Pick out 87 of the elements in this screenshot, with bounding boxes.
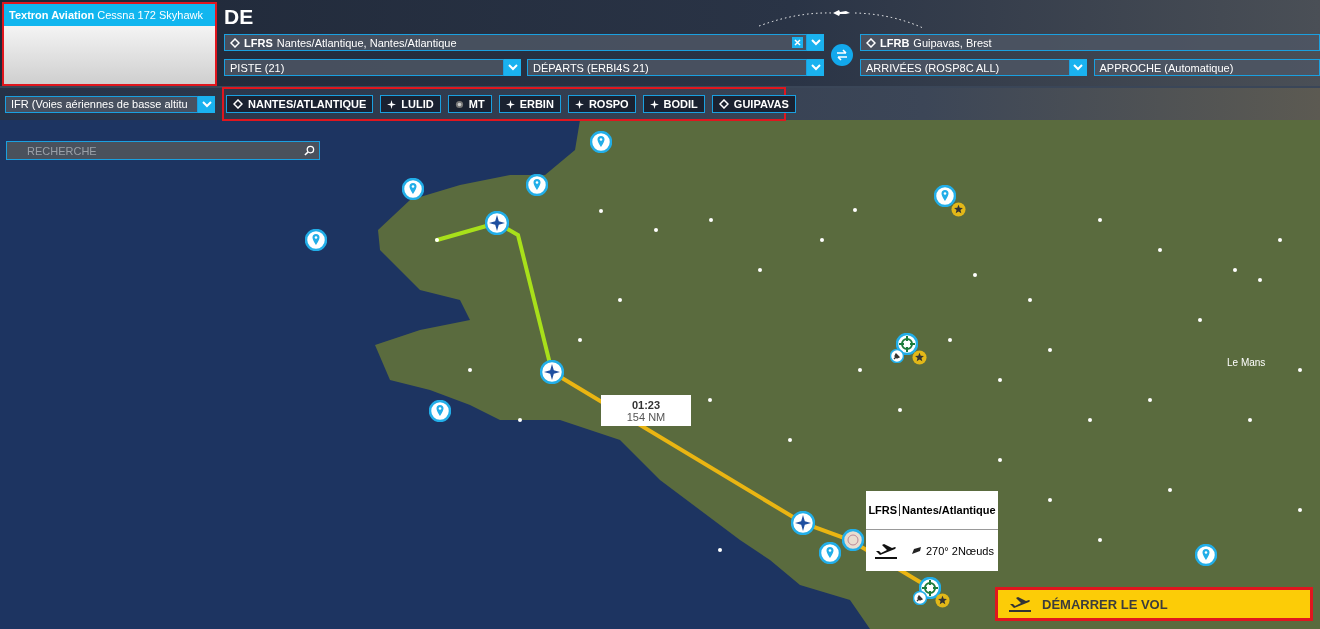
- chevron-down-icon: [810, 64, 821, 71]
- town-dot-icon: [1233, 268, 1237, 272]
- flight-distance: 154 NM: [626, 410, 666, 423]
- airport-name: Nantes/Atlantique: [902, 504, 996, 516]
- town-dot-icon: [518, 418, 522, 422]
- location-pin-icon[interactable]: [429, 400, 451, 422]
- procedure-select[interactable]: APPROCHE (Automatique): [1093, 59, 1320, 76]
- waypoint-chip[interactable]: ERBIN: [498, 95, 561, 113]
- town-dot-icon: [1048, 348, 1052, 352]
- town-dot-icon: [654, 228, 658, 232]
- diamond-icon: [230, 37, 240, 48]
- destination-heading: DE: [224, 4, 254, 30]
- waypoint-chip[interactable]: LULID: [380, 95, 441, 113]
- town-dot-icon: [1298, 368, 1302, 372]
- dropdown-button[interactable]: [198, 95, 215, 113]
- town-dot-icon: [718, 548, 722, 552]
- waypoint-chip[interactable]: NANTES/ATLANTIQUE: [226, 95, 374, 113]
- town-dot-icon: [948, 338, 952, 342]
- town-dot-icon: [1148, 398, 1152, 402]
- waypoint-chip[interactable]: GUIPAVAS: [711, 95, 796, 113]
- takeoff-plane-icon: [1008, 595, 1032, 613]
- town-dot-icon: [788, 438, 792, 442]
- city-label: Le Mans: [1227, 357, 1266, 368]
- four-point-star-icon: [574, 99, 584, 109]
- town-dot-icon: [1088, 418, 1092, 422]
- diamond-icon: [866, 37, 876, 48]
- four-point-star-icon: [505, 99, 515, 109]
- chevron-down-icon: [810, 39, 821, 46]
- town-dot-icon: [1198, 318, 1202, 322]
- procedure-select[interactable]: ARRIVÉES (ROSP8C ALL): [860, 59, 1070, 76]
- town-dot-icon: [599, 209, 603, 213]
- town-dot-icon: [435, 238, 439, 242]
- close-icon: [794, 39, 801, 46]
- town-dot-icon: [1278, 238, 1282, 242]
- town-dot-icon: [998, 458, 1002, 462]
- town-dot-icon: [709, 218, 713, 222]
- town-dot-icon: [820, 238, 824, 242]
- aircraft-title: Textron Aviation Cessna 172 Skyhawk: [4, 4, 215, 26]
- procedure-select[interactable]: PISTE (21): [224, 59, 504, 76]
- arrival-field[interactable]: LFRB Guipavas, Brest: [860, 34, 1320, 51]
- waypoint-chip[interactable]: BODIL: [642, 95, 705, 113]
- star-badge-icon: [912, 350, 927, 365]
- airport-code: LFRS: [868, 504, 901, 516]
- wind-reading: 270° 2Nœuds: [926, 544, 994, 557]
- town-dot-icon: [1298, 508, 1302, 512]
- town-dot-icon: [853, 208, 857, 212]
- town-dot-icon: [618, 298, 622, 302]
- star-badge-icon: [935, 593, 950, 608]
- flight-rules-select[interactable]: IFR (Voies aériennes de basse altitu: [5, 95, 198, 113]
- search-field[interactable]: RECHERCHE: [6, 141, 320, 160]
- town-dot-icon: [468, 368, 472, 372]
- search-icon: [304, 145, 315, 156]
- star-badge-icon: [951, 202, 966, 217]
- town-dot-icon: [578, 338, 582, 342]
- four-point-star-icon: [387, 99, 397, 109]
- diamond-icon: [233, 99, 243, 109]
- town-dot-icon: [858, 368, 862, 372]
- waypoint-chip[interactable]: MT: [447, 95, 492, 113]
- town-dot-icon: [708, 398, 712, 402]
- swap-arrows-icon: [836, 49, 848, 61]
- town-dot-icon: [1028, 298, 1032, 302]
- radio-dot-icon: [454, 99, 464, 109]
- chevron-down-icon: [1073, 64, 1083, 71]
- flight-time: 01:23: [631, 398, 661, 411]
- town-dot-icon: [998, 378, 1002, 382]
- town-dot-icon: [1158, 248, 1162, 252]
- four-point-star-icon: [649, 99, 659, 109]
- start-flight-button[interactable]: DÉMARRER LE VOL: [995, 587, 1313, 621]
- chevron-down-icon: [507, 64, 518, 71]
- swap-button[interactable]: [831, 44, 853, 66]
- town-dot-icon: [1098, 218, 1102, 222]
- town-dot-icon: [1098, 538, 1102, 542]
- chevron-down-icon: [201, 100, 212, 108]
- town-dot-icon: [1168, 488, 1172, 492]
- location-pin-icon[interactable]: [305, 229, 327, 251]
- departure-field[interactable]: LFRS Nantes/Atlantique, Nantes/Atlantique: [224, 34, 807, 51]
- location-pin-icon[interactable]: [402, 178, 424, 200]
- procedure-select[interactable]: DÉPARTS (ERBI4S 21): [527, 59, 807, 76]
- waypoint-chip[interactable]: ROSPO: [567, 95, 636, 113]
- town-dot-icon: [1258, 278, 1262, 282]
- town-dot-icon: [973, 273, 977, 277]
- diamond-icon: [718, 99, 729, 109]
- takeoff-plane-icon: [874, 541, 898, 560]
- town-dot-icon: [758, 268, 762, 272]
- town-dot-icon: [1048, 498, 1052, 502]
- town-dot-icon: [898, 408, 902, 412]
- town-dot-icon: [1248, 418, 1252, 422]
